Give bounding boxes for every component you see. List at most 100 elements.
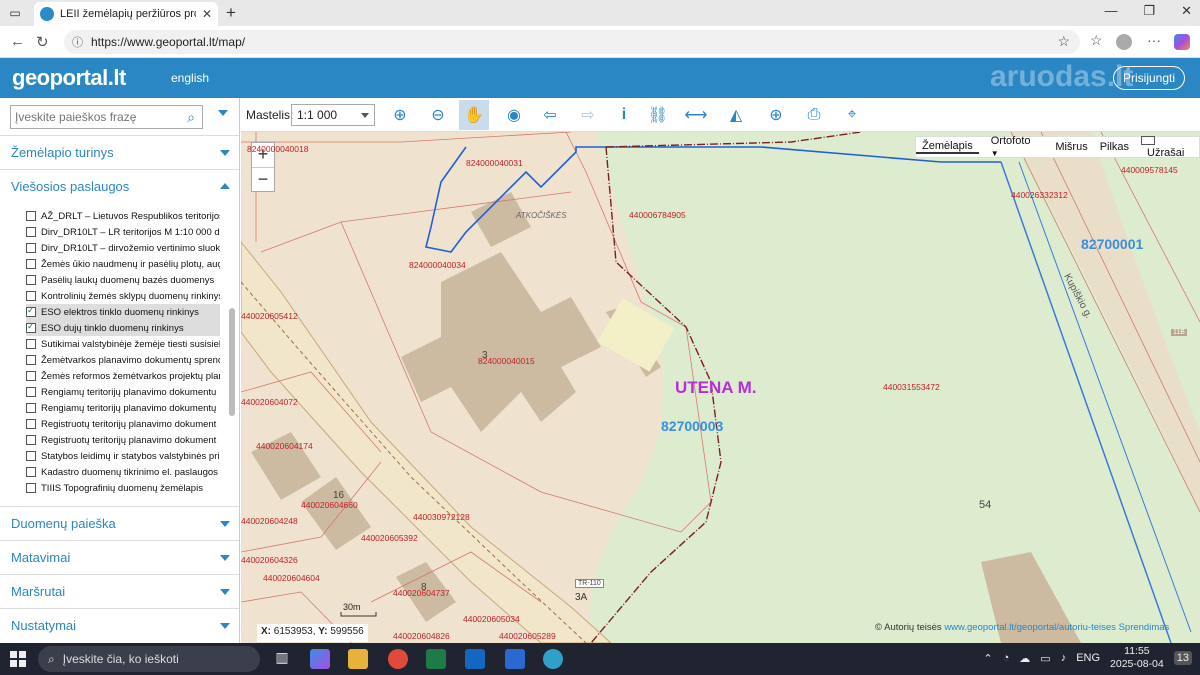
search-dropdown-icon[interactable] xyxy=(218,110,228,116)
windows-start-icon[interactable] xyxy=(10,651,26,667)
section-public-services[interactable]: Viešosios paslaugos xyxy=(0,169,239,203)
layer-item[interactable]: ESO elektros tinklo duomenų rinkinys xyxy=(26,304,220,320)
elevation-profile-icon[interactable]: ◭ xyxy=(721,100,751,130)
layer-checkbox[interactable] xyxy=(26,339,36,349)
zoom-out-tool-icon[interactable]: ⊖ xyxy=(423,100,453,130)
copilot-app-icon[interactable] xyxy=(310,649,330,669)
layer-checkbox[interactable] xyxy=(26,467,36,477)
edge-icon[interactable] xyxy=(543,649,563,669)
geoportal-logo[interactable]: geoportal.lt xyxy=(12,65,126,91)
excel-icon[interactable] xyxy=(426,649,446,669)
login-button[interactable]: Prisijungti xyxy=(1113,66,1185,90)
basemap-zemelapis[interactable]: Žemėlapis xyxy=(916,140,979,154)
search-icon[interactable]: ⌕ xyxy=(180,109,202,126)
layer-item[interactable]: Statybos leidimų ir statybos valstybinės… xyxy=(26,448,220,464)
favorites-icon[interactable]: ☆ xyxy=(1090,32,1103,49)
globe-icon[interactable]: ◉ xyxy=(499,100,529,130)
layer-checkbox[interactable] xyxy=(26,355,36,365)
close-window-icon[interactable]: ✕ xyxy=(1181,3,1192,19)
volume-icon[interactable]: ♪ xyxy=(1061,652,1067,664)
labels-checkbox[interactable] xyxy=(1141,136,1156,145)
back-icon[interactable]: ← xyxy=(10,33,25,50)
zoom-out-button[interactable]: − xyxy=(252,167,274,191)
measure-distance-icon[interactable]: ⟷ xyxy=(681,100,711,130)
layer-checkbox[interactable] xyxy=(26,403,36,413)
layer-item[interactable]: Registruotų teritorijų planavimo dokumen… xyxy=(26,432,220,448)
search-input[interactable] xyxy=(11,110,180,124)
close-tab-icon[interactable]: ✕ xyxy=(202,7,212,21)
site-info-icon[interactable]: ⓘ xyxy=(72,34,83,50)
tab-actions-icon[interactable]: ▭ xyxy=(6,4,24,22)
layer-checkbox[interactable] xyxy=(26,259,36,269)
link-icon[interactable]: ⛓ xyxy=(643,100,673,130)
task-view-icon[interactable]: ▥ xyxy=(272,649,292,669)
section-routes[interactable]: Maršrutai xyxy=(0,574,239,608)
layer-item[interactable]: Sutikimai valstybinėje žemėje tiesti sus… xyxy=(26,336,220,352)
file-explorer-icon[interactable] xyxy=(348,649,368,669)
layer-checkbox[interactable] xyxy=(26,419,36,429)
refresh-icon[interactable]: ↻ xyxy=(36,33,49,51)
layer-item[interactable]: Žemės reformos žemėtvarkos projektų plar xyxy=(26,368,220,384)
restore-icon[interactable]: ❐ xyxy=(1143,3,1155,19)
layer-checkbox[interactable] xyxy=(26,305,36,317)
notification-badge[interactable]: 13 xyxy=(1173,651,1192,665)
layer-item[interactable]: Žemės ūkio naudmenų ir pasėlių plotų, au… xyxy=(26,256,220,272)
layer-checkbox[interactable] xyxy=(26,243,36,253)
layer-checkbox[interactable] xyxy=(26,211,36,221)
previous-extent-icon[interactable]: ⇦ xyxy=(535,100,565,130)
new-tab-icon[interactable]: + xyxy=(226,3,236,23)
layer-item[interactable]: Dirv_DR10LT – dirvožemio vertinimo sluok… xyxy=(26,240,220,256)
section-map-content[interactable]: Žemėlapio turinys xyxy=(0,135,239,169)
terms-link[interactable]: Sprendimas xyxy=(1119,622,1170,633)
layer-checkbox[interactable] xyxy=(26,435,36,445)
layer-checkbox[interactable] xyxy=(26,451,36,461)
chrome-icon[interactable] xyxy=(388,649,408,669)
info-icon[interactable]: i xyxy=(609,100,639,130)
outlook-icon[interactable] xyxy=(465,649,485,669)
layer-item[interactable]: Rengiamų teritorijų planavimo dokumentu xyxy=(26,384,220,400)
layer-checkbox[interactable] xyxy=(26,227,36,237)
language-link[interactable]: english xyxy=(171,71,209,85)
scale-select[interactable]: 1:1 000 xyxy=(291,104,375,126)
layer-list-scrollbar[interactable] xyxy=(229,308,235,416)
layer-item[interactable]: Kadastro duomenų tikrinimo el. paslaugos xyxy=(26,464,220,480)
layer-item[interactable]: ESO dujų tinklo duomenų rinkinys xyxy=(26,320,220,336)
basemap-pilkas[interactable]: Pilkas xyxy=(1094,141,1135,153)
copilot-icon[interactable] xyxy=(1174,34,1190,50)
layer-checkbox[interactable] xyxy=(26,371,36,381)
layer-item[interactable]: Dirv_DR10LT – LR teritorijos M 1:10 000 … xyxy=(26,224,220,240)
cloud-icon[interactable]: ☁ xyxy=(1019,652,1030,665)
map-canvas[interactable]: + − Žemėlapis Ortofoto ▼ Mišrus Pilkas U… xyxy=(241,132,1200,643)
more-menu-icon[interactable]: ··· xyxy=(1147,32,1161,48)
pan-hand-icon[interactable]: ✋ xyxy=(459,100,489,130)
clock[interactable]: 11:55 2025-08-04 xyxy=(1110,645,1164,671)
locate-crosshair-icon[interactable]: ⌖ xyxy=(837,100,867,130)
layer-checkbox[interactable] xyxy=(26,275,36,285)
layer-checkbox[interactable] xyxy=(26,483,36,493)
paint-icon[interactable] xyxy=(505,649,525,669)
add-icon[interactable]: ⊕ xyxy=(761,100,791,130)
zoom-in-tool-icon[interactable]: ⊕ xyxy=(385,100,415,130)
url-field[interactable]: ⓘ https://www.geoportal.lt/map/ ☆ xyxy=(64,30,1080,54)
layer-item[interactable]: Žemėtvarkos planavimo dokumentų sprenc xyxy=(26,352,220,368)
next-extent-icon[interactable]: ⇨ xyxy=(573,100,603,130)
section-data-search[interactable]: Duomenų paieška xyxy=(0,506,239,540)
layer-item[interactable]: Kontrolinių žemės sklypų duomenų rinkiny… xyxy=(26,288,220,304)
browser-tab[interactable]: LEII žemėlapių peržiūros programa ✕ xyxy=(34,2,218,26)
labels-toggle[interactable]: Užrašai xyxy=(1135,135,1199,159)
profile-avatar[interactable] xyxy=(1116,34,1132,50)
language-indicator[interactable]: ENG xyxy=(1076,652,1100,664)
layer-item[interactable]: Registruotų teritorijų planavimo dokumen… xyxy=(26,416,220,432)
print-icon[interactable]: ⎙ xyxy=(799,100,829,130)
copyright-link[interactable]: www.geoportal.lt/geoportal/autoriu-teise… xyxy=(944,622,1116,633)
layer-item[interactable]: AŽ_DRLT – Lietuvos Respublikos teritorij… xyxy=(26,208,220,224)
layer-checkbox[interactable] xyxy=(26,291,36,301)
section-measurements[interactable]: Matavimai xyxy=(0,540,239,574)
basemap-ortofoto[interactable]: Ortofoto ▼ xyxy=(979,135,1050,159)
layer-item[interactable]: Rengiamų teritorijų planavimo dokumentų xyxy=(26,400,220,416)
chevron-up-icon[interactable]: ⌃ xyxy=(983,652,992,665)
favorite-star-icon[interactable]: ☆ xyxy=(1057,33,1070,50)
layer-checkbox[interactable] xyxy=(26,321,36,333)
network-icon[interactable]: ◔ xyxy=(1003,652,1010,664)
taskbar-search[interactable]: ⌕ Įveskite čia, ko ieškoti xyxy=(38,646,260,672)
